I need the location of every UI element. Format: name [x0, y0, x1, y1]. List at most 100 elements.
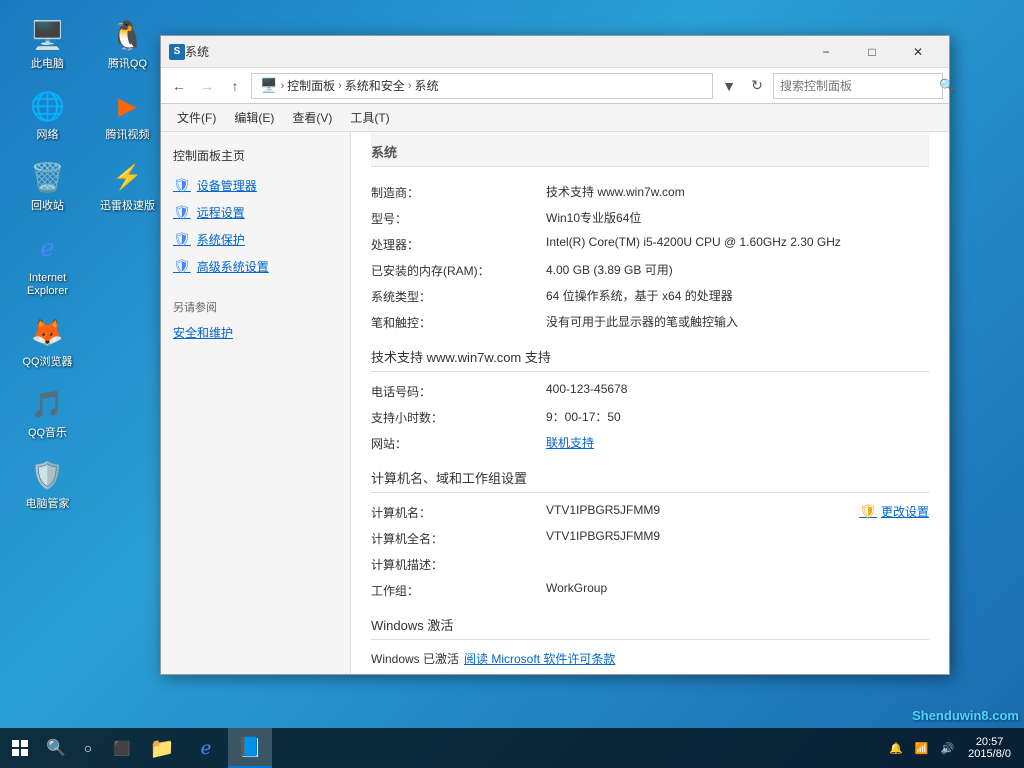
menu-edit[interactable]: 编辑(E): [226, 106, 282, 129]
desktop-icon-qq-music[interactable]: 🎵 QQ音乐: [10, 379, 85, 445]
change-settings-shield-icon: 🛡: [859, 503, 877, 520]
desktop-icon-qq-browser[interactable]: 🦊 QQ浏览器: [10, 308, 85, 374]
support-hours-value: 9：00-17：50: [546, 408, 929, 425]
tencent-video-icon: ▶: [108, 86, 148, 126]
xunlei-label: 迅雷极速版: [100, 200, 155, 213]
desktop: 🖥️ 此电脑 🐧 腾讯QQ 🌐 网络 ▶ 腾讯视频 🗑️ 回收站: [0, 0, 1024, 768]
manufacturer-value: 技术支持 www.win7w.com: [546, 183, 929, 200]
desktop-icon-tencent-video[interactable]: ▶ 腾讯视频: [90, 81, 165, 147]
path-control-panel[interactable]: 控制面板: [287, 77, 335, 94]
desktop-icon-network[interactable]: 🌐 网络: [10, 81, 85, 147]
close-button[interactable]: ✕: [895, 36, 941, 68]
network-icon: 🌐: [28, 86, 68, 126]
this-pc-label: 此电脑: [31, 58, 64, 71]
qq-music-label: QQ音乐: [28, 427, 67, 440]
windows-activation-title: Windows 激活: [371, 615, 929, 640]
tech-support-section: 技术支持 www.win7w.com 支持 电话号码： 400-123-4567…: [371, 347, 929, 452]
phone-label: 电话号码：: [371, 382, 546, 400]
ms-license-link[interactable]: 阅读 Microsoft 软件许可条款: [464, 650, 615, 667]
sidebar-advanced-settings[interactable]: 🛡 高级系统设置: [161, 253, 350, 280]
computer-manager-icon: 🛡️: [28, 455, 68, 495]
cortana-button[interactable]: ○: [72, 728, 104, 768]
menu-view[interactable]: 查看(V): [284, 106, 340, 129]
minimize-button[interactable]: −: [803, 36, 849, 68]
sidebar-remote-settings[interactable]: 🛡 远程设置: [161, 199, 350, 226]
recycle-bin-icon: 🗑️: [28, 157, 68, 197]
tencent-qq-label: 腾讯QQ: [108, 58, 147, 71]
website-link[interactable]: 联机支持: [546, 434, 929, 451]
ram-label: 已安装的内存(RAM)：: [371, 261, 546, 279]
full-computer-name-label: 计算机全名：: [371, 529, 546, 547]
start-button[interactable]: [0, 728, 40, 768]
sidebar-header: 控制面板主页: [161, 142, 350, 172]
network-icon[interactable]: 📶: [909, 728, 935, 768]
volume-icon[interactable]: 🔊: [934, 728, 960, 768]
full-computer-name-row: 计算机全名： VTV1IPBGR5JFMM9: [371, 529, 929, 547]
menu-file[interactable]: 文件(F): [169, 106, 224, 129]
address-path[interactable]: 🖥️ › 控制面板 › 系统和安全 › 系统: [251, 73, 713, 99]
search-button[interactable]: 🔍: [40, 728, 72, 768]
address-dropdown-button[interactable]: ▼: [717, 74, 741, 98]
ie-label: Internet Explorer: [15, 272, 80, 298]
activation-row: Windows 已激活 阅读 Microsoft 软件许可条款: [371, 650, 929, 667]
sidebar-device-manager[interactable]: 🛡 设备管理器: [161, 172, 350, 199]
forward-button[interactable]: →: [195, 74, 219, 98]
window-title-text: 系统: [185, 43, 803, 60]
desktop-icon-computer-manager[interactable]: 🛡️ 电脑管家: [10, 450, 85, 516]
website-row: 网站： 联机支持: [371, 434, 929, 452]
up-button[interactable]: ↑: [223, 74, 247, 98]
ram-value: 4.00 GB (3.89 GB 可用): [546, 261, 929, 278]
computer-desc-row: 计算机描述：: [371, 555, 929, 573]
system-type-value: 64 位操作系统，基于 x64 的处理器: [546, 287, 929, 304]
computer-name-label: 计算机名：: [371, 503, 546, 521]
support-hours-row: 支持小时数： 9：00-17：50: [371, 408, 929, 426]
activation-text: Windows 已激活: [371, 650, 459, 667]
taskbar-clock[interactable]: 20:57 2015/8/0: [960, 728, 1019, 768]
taskbar-file-explorer[interactable]: 📁: [140, 728, 184, 768]
pen-touch-row: 笔和触控： 没有可用于此显示器的笔或触控输入: [371, 313, 929, 331]
xunlei-icon: ⚡: [108, 157, 148, 197]
workgroup-value: WorkGroup: [546, 581, 929, 595]
desktop-icon-tencent-qq[interactable]: 🐧 腾讯QQ: [90, 10, 165, 76]
tech-support-title: 技术支持 www.win7w.com 支持: [371, 347, 929, 372]
change-settings-button[interactable]: 🛡 更改设置: [859, 503, 929, 520]
window-titlebar: S 系统 − □ ✕: [161, 36, 949, 68]
full-computer-name-value: VTV1IPBGR5JFMM9: [546, 529, 929, 543]
notification-icon[interactable]: 🔔: [883, 728, 909, 768]
workgroup-row: 工作组： WorkGroup: [371, 581, 929, 599]
cpu-value: Intel(R) Core(TM) i5-4200U CPU @ 1.60GHz…: [546, 235, 929, 249]
menu-tools[interactable]: 工具(T): [342, 106, 397, 129]
desktop-icon-ie[interactable]: ℯ Internet Explorer: [10, 224, 85, 303]
shield-icon-2: 🛡: [173, 204, 191, 221]
maximize-button[interactable]: □: [849, 36, 895, 68]
computer-name-row: 计算机名： VTV1IPBGR5JFMM9 🛡 更改设置: [371, 503, 929, 521]
system-window-icon: S: [169, 44, 185, 60]
desktop-icon-xunlei[interactable]: ⚡ 迅雷极速版: [90, 152, 165, 218]
sidebar-system-protection[interactable]: 🛡 系统保护: [161, 226, 350, 253]
path-system-security[interactable]: 系统和安全: [345, 77, 405, 94]
shield-icon-1: 🛡: [173, 177, 191, 194]
task-view-button[interactable]: ⬛: [104, 728, 140, 768]
refresh-button[interactable]: ↻: [745, 74, 769, 98]
search-box[interactable]: 🔍: [773, 73, 943, 99]
path-system[interactable]: 系统: [414, 77, 438, 94]
network-label: 网络: [37, 129, 59, 142]
taskbar-word[interactable]: 📘: [228, 728, 272, 768]
taskbar-ie[interactable]: ℯ: [184, 728, 228, 768]
system-type-row: 系统类型： 64 位操作系统，基于 x64 的处理器: [371, 287, 929, 305]
search-input[interactable]: [780, 79, 935, 93]
clock-time: 20:57: [976, 736, 1004, 748]
window-content: 控制面板主页 🛡 设备管理器 🛡 远程设置 🛡 系统保护 🛡 高级系统设置: [161, 132, 949, 674]
windows-logo-icon: [11, 739, 29, 757]
sidebar-security-maintenance[interactable]: 安全和维护: [161, 319, 350, 346]
desktop-icon-this-pc[interactable]: 🖥️ 此电脑: [10, 10, 85, 76]
back-button[interactable]: ←: [167, 74, 191, 98]
sidebar-also-see: 另请参阅 安全和维护: [161, 295, 350, 346]
watermark: Shenduwin8.com: [912, 708, 1019, 723]
desktop-icon-recycle-bin[interactable]: 🗑️ 回收站: [10, 152, 85, 218]
clock-date: 2015/8/0: [968, 748, 1011, 760]
tencent-video-label: 腾讯视频: [106, 129, 150, 142]
this-pc-icon: 🖥️: [28, 15, 68, 55]
computer-desc-label: 计算机描述：: [371, 555, 546, 573]
windows-activation-section: Windows 激活 Windows 已激活 阅读 Microsoft 软件许可…: [371, 615, 929, 674]
